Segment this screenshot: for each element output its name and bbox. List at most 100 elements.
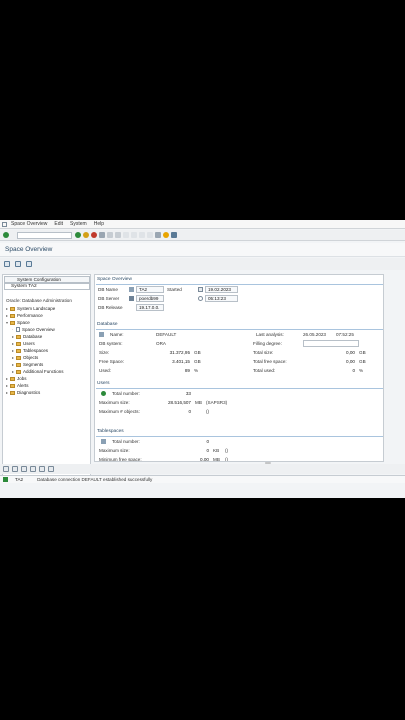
ts-max-size-label: Maximum size: xyxy=(99,448,130,453)
system-configuration-button[interactable]: System Configuration xyxy=(4,276,90,283)
tree-node-label: Database xyxy=(23,334,43,339)
ts-min-free-paren: () xyxy=(225,457,229,462)
filling-degree-bar xyxy=(303,340,359,347)
folder-icon xyxy=(16,341,21,346)
total-free-unit: GB xyxy=(359,359,366,364)
free-space-label: Free Space: xyxy=(99,359,125,364)
used-value: 89 xyxy=(184,368,190,373)
folder-icon xyxy=(10,320,15,325)
menu-bar: Space Overview Edit System Help xyxy=(0,220,405,229)
space-overview-section: Space Overview DB Name TA2 DB Server poe… xyxy=(96,277,383,320)
menu-help[interactable]: Help xyxy=(94,221,104,227)
tree-node-label: Alerts xyxy=(17,383,29,388)
total-free-value: 0,00 xyxy=(346,359,355,364)
system-label: System TA2 xyxy=(11,284,37,289)
print-list-icon[interactable] xyxy=(48,466,54,472)
menu-space-overview[interactable]: Space Overview xyxy=(11,221,47,227)
size-label: Size: xyxy=(99,350,110,355)
tree-node-alerts[interactable]: ▸ Alerts xyxy=(4,382,90,389)
new-session-icon[interactable] xyxy=(155,232,161,238)
layout-icon[interactable] xyxy=(39,466,45,472)
navigation-panel: System Configuration System TA2 Oracle: … xyxy=(2,274,91,476)
tree-node-segments[interactable]: ▸ Segments xyxy=(4,361,90,368)
clock-icon xyxy=(198,296,203,301)
find-icon[interactable] xyxy=(107,232,113,238)
history-icon[interactable] xyxy=(26,261,32,267)
cancel-icon[interactable] xyxy=(91,232,97,238)
ts-min-free-unit: MB xyxy=(213,457,220,462)
ts-min-free-label: Minimum free space: xyxy=(99,457,142,462)
tree-node-users[interactable]: ▸ Users xyxy=(4,340,90,347)
folder-icon xyxy=(10,376,15,381)
tree-node-objects[interactable]: ▸ Objects xyxy=(4,354,90,361)
application-toolbar xyxy=(0,258,405,270)
back-icon[interactable] xyxy=(75,232,81,238)
content-panel: Space Overview DB Name TA2 DB Server poe… xyxy=(94,274,384,462)
copy-icon[interactable] xyxy=(21,466,27,472)
user-icon xyxy=(101,391,106,396)
tree-node-label: Jobs xyxy=(17,376,27,381)
folder-icon xyxy=(16,369,21,374)
ts-max-size-paren: () xyxy=(225,448,229,453)
menu-edit[interactable]: Edit xyxy=(54,221,63,227)
db-name-label: DB Name xyxy=(98,287,118,292)
db-release-label: DB Release xyxy=(98,305,123,310)
prev-page-icon[interactable] xyxy=(131,232,137,238)
first-page-icon[interactable] xyxy=(123,232,129,238)
users-total-label: Total number: xyxy=(112,391,140,396)
db-system-label: DB system: xyxy=(99,341,123,346)
section-title: Space Overview xyxy=(97,277,132,282)
total-size-value: 0,00 xyxy=(346,350,355,355)
ts-max-size-unit: KB xyxy=(213,448,220,453)
exit-icon[interactable] xyxy=(83,232,89,238)
users-max-size-unit: MB xyxy=(195,400,202,405)
tree-node-label: Segments xyxy=(23,362,44,367)
tree-node-space-overview[interactable]: · Space Overview xyxy=(4,326,90,333)
tree-node-space[interactable]: ▾ Space xyxy=(4,319,90,326)
used-unit: % xyxy=(194,368,199,373)
tree-node-label: Additional Functions xyxy=(23,369,64,374)
started-date-field: 19.02.2023 xyxy=(205,286,238,293)
tree-node-tablespaces[interactable]: ▸ Tablespaces xyxy=(4,347,90,354)
db-server-field: poerdb99 xyxy=(136,295,164,302)
back-nav-icon[interactable] xyxy=(3,466,9,472)
window-menu-icon[interactable] xyxy=(2,221,7,227)
next-page-icon[interactable] xyxy=(139,232,145,238)
customize-icon[interactable] xyxy=(171,232,177,238)
command-field[interactable] xyxy=(17,231,72,239)
database-section: Database Name: DEFAULT DB system: ORA Si… xyxy=(96,322,383,379)
folder-icon xyxy=(16,334,21,339)
tree-node-performance[interactable]: ▸ Performance xyxy=(4,312,90,319)
last-page-icon[interactable] xyxy=(147,232,153,238)
enter-icon[interactable] xyxy=(3,232,9,238)
toggle-nav-icon[interactable] xyxy=(4,261,10,267)
tree-node-database[interactable]: ▸ Database xyxy=(4,333,90,340)
forward-nav-icon[interactable] xyxy=(12,466,18,472)
tree-node-jobs[interactable]: ▸ Jobs xyxy=(4,375,90,382)
print-icon[interactable] xyxy=(99,232,105,238)
started-label: Started xyxy=(167,287,182,292)
total-size-unit: GB xyxy=(359,350,366,355)
ts-min-free-value: 0,00 xyxy=(200,457,209,462)
tree-node-system-landscape[interactable]: ▸ System Landscape xyxy=(4,305,90,312)
tree-node-diagnostics[interactable]: ▸ Diagnostics xyxy=(4,389,90,396)
menu-system[interactable]: System xyxy=(70,221,87,227)
free-space-unit: GB xyxy=(194,359,201,364)
total-used-value: 0 xyxy=(352,368,355,373)
section-title: Users xyxy=(97,381,110,386)
navigation-tree: Oracle: Database Administration ▸ System … xyxy=(4,298,90,396)
folder-icon xyxy=(10,383,15,388)
total-used-unit: % xyxy=(359,368,364,373)
bottom-toolbar xyxy=(0,464,405,474)
server-icon xyxy=(129,296,134,301)
export-icon[interactable] xyxy=(30,466,36,472)
refresh-icon[interactable] xyxy=(15,261,21,267)
section-title: Database xyxy=(97,322,118,327)
system-selector[interactable]: System TA2 xyxy=(4,283,90,290)
ts-total-label: Total number: xyxy=(112,439,140,444)
total-used-label: Total used: xyxy=(253,368,276,373)
find-next-icon[interactable] xyxy=(115,232,121,238)
tablespaces-section: Tablespaces Total number: 0 Maximum size… xyxy=(96,429,383,462)
tree-node-additional-functions[interactable]: ▸ Additional Functions xyxy=(4,368,90,375)
help-icon[interactable] xyxy=(163,232,169,238)
